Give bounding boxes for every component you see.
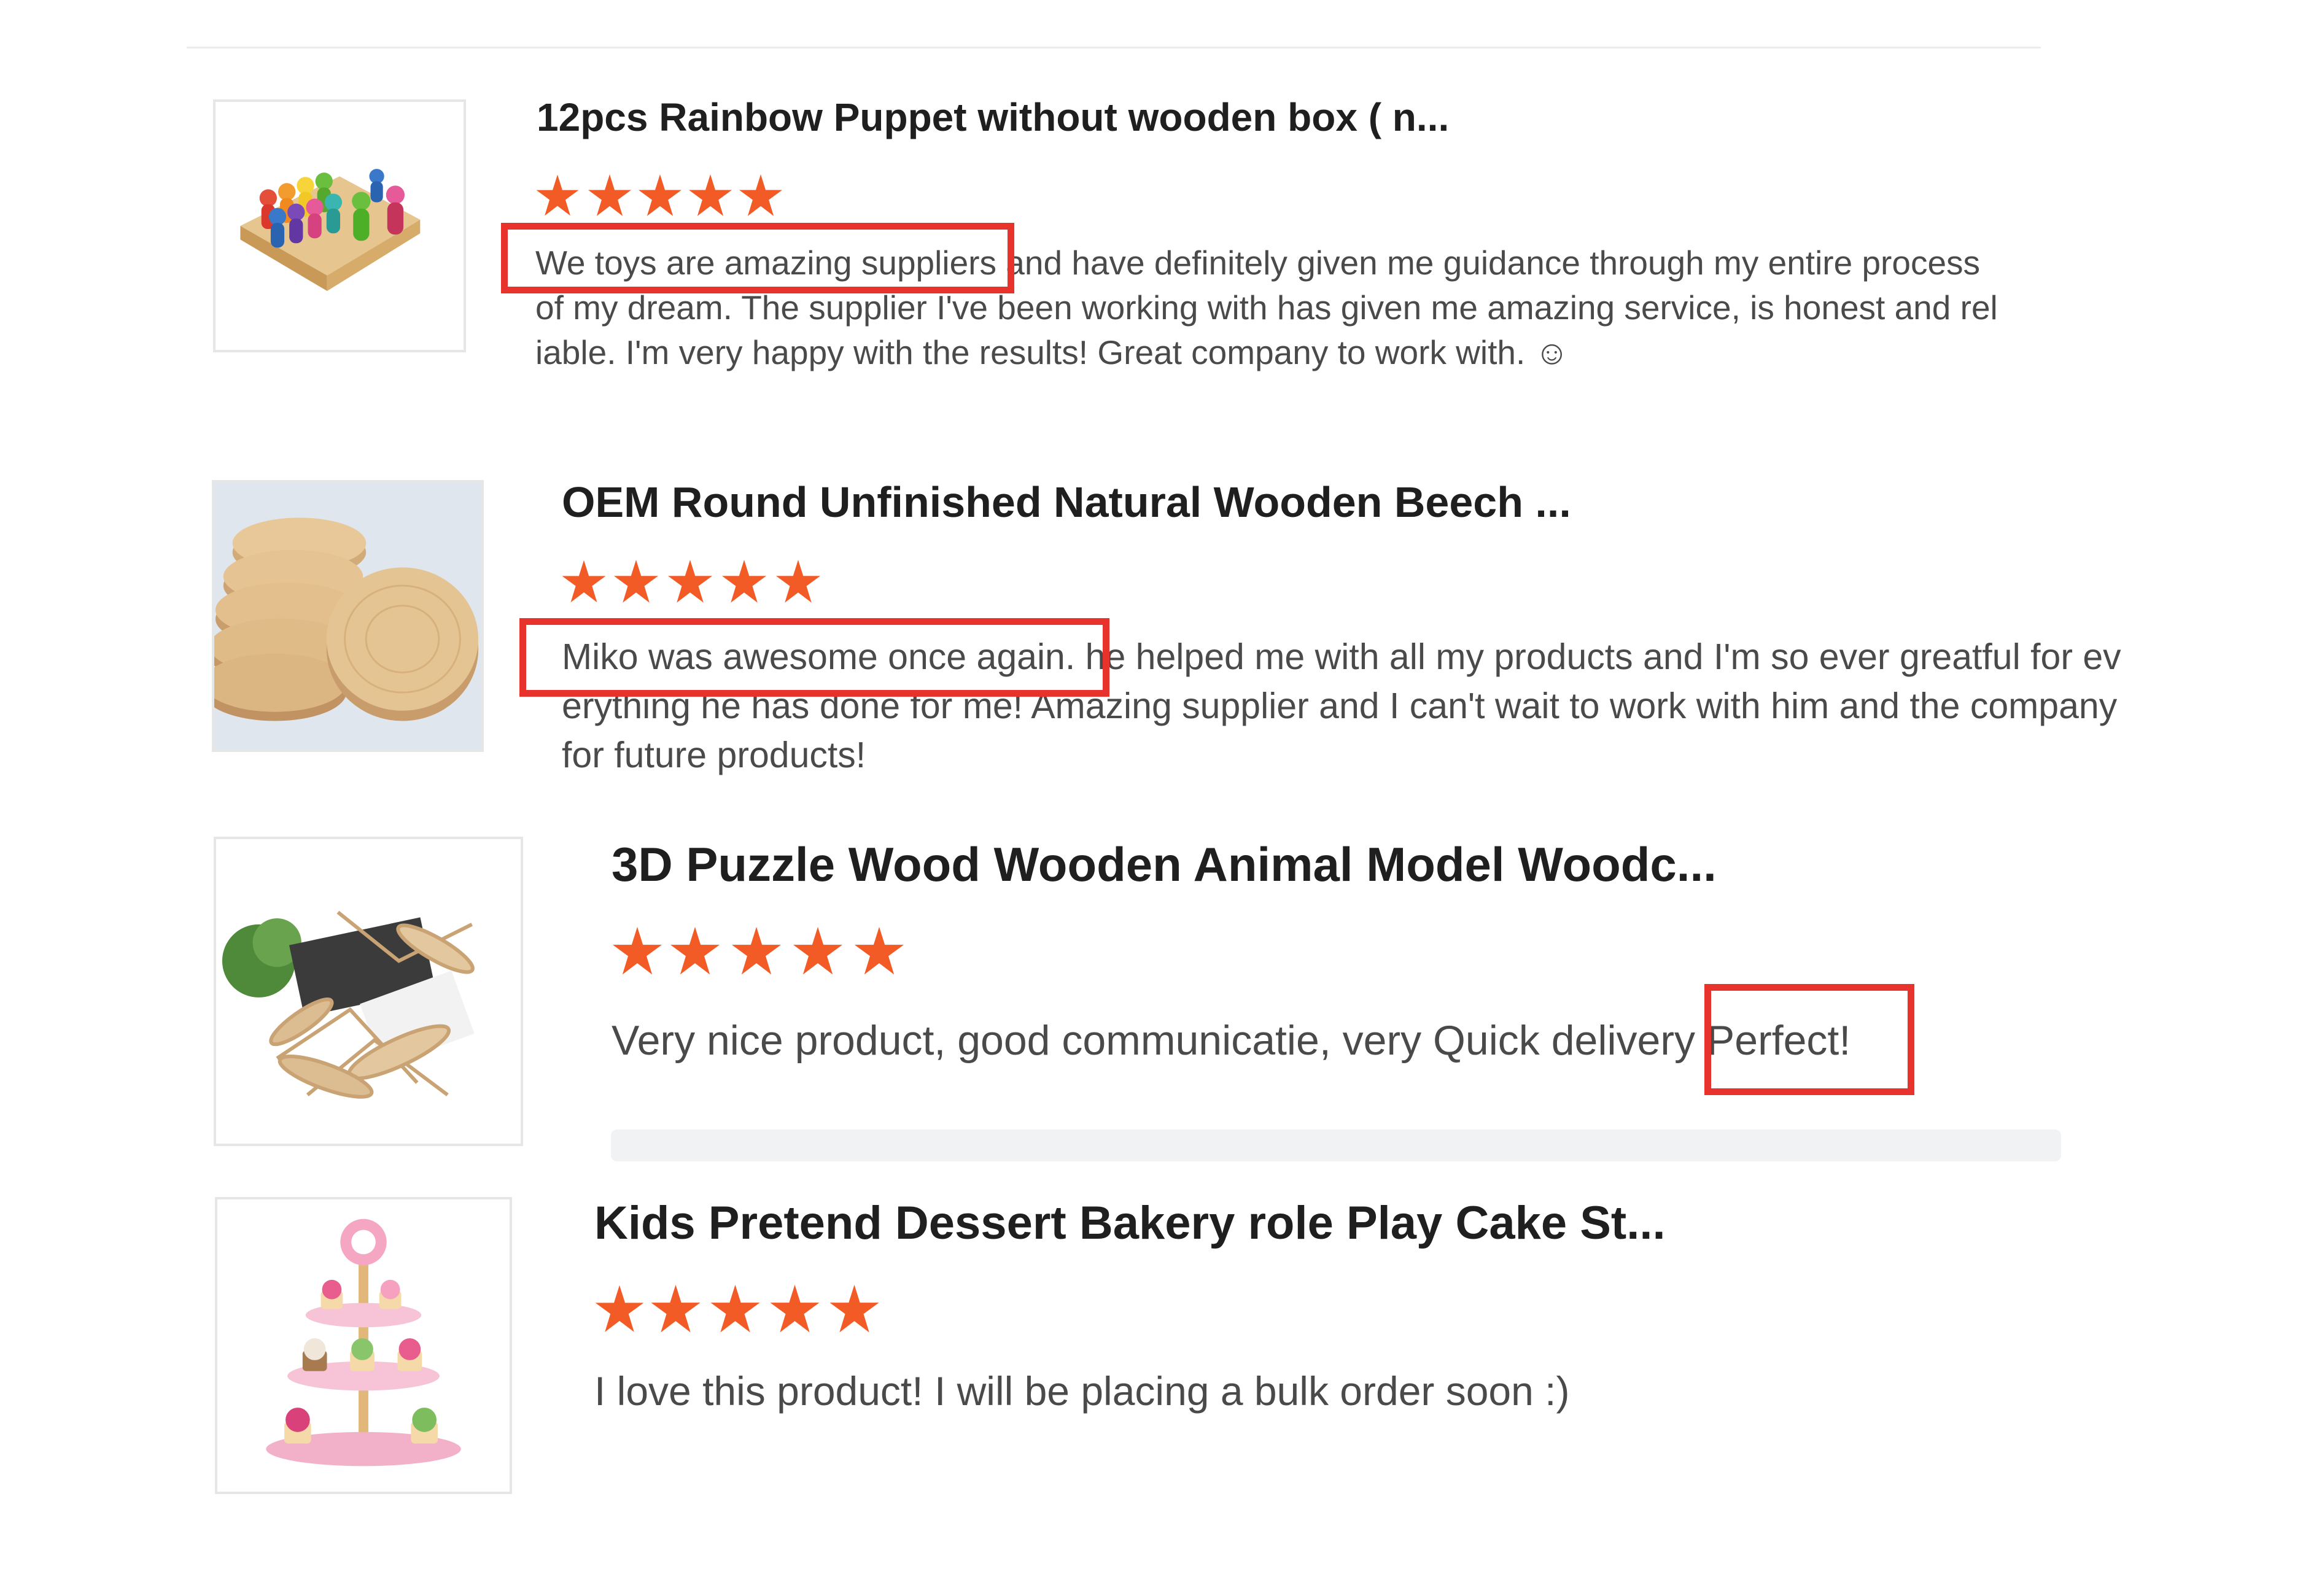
star-rating <box>594 1285 884 1334</box>
review-text: I love this product! I will be placing a… <box>594 1364 1569 1418</box>
star-icon <box>651 1285 701 1333</box>
star-icon <box>829 1285 879 1333</box>
star-icon <box>770 1285 820 1333</box>
review-text-line: I love this product! I will be placing a… <box>594 1368 1570 1414</box>
review-product-title[interactable]: Kids Pretend Dessert Bakery role Play Ca… <box>594 1196 1666 1250</box>
review-item: Kids Pretend Dessert Bakery role Play Ca… <box>0 0 2303 1535</box>
cake-stand-toy-illustration <box>217 1199 510 1492</box>
star-icon <box>710 1285 760 1333</box>
cake-stand-toy-image[interactable] <box>215 1197 512 1494</box>
star-icon <box>595 1285 644 1332</box>
